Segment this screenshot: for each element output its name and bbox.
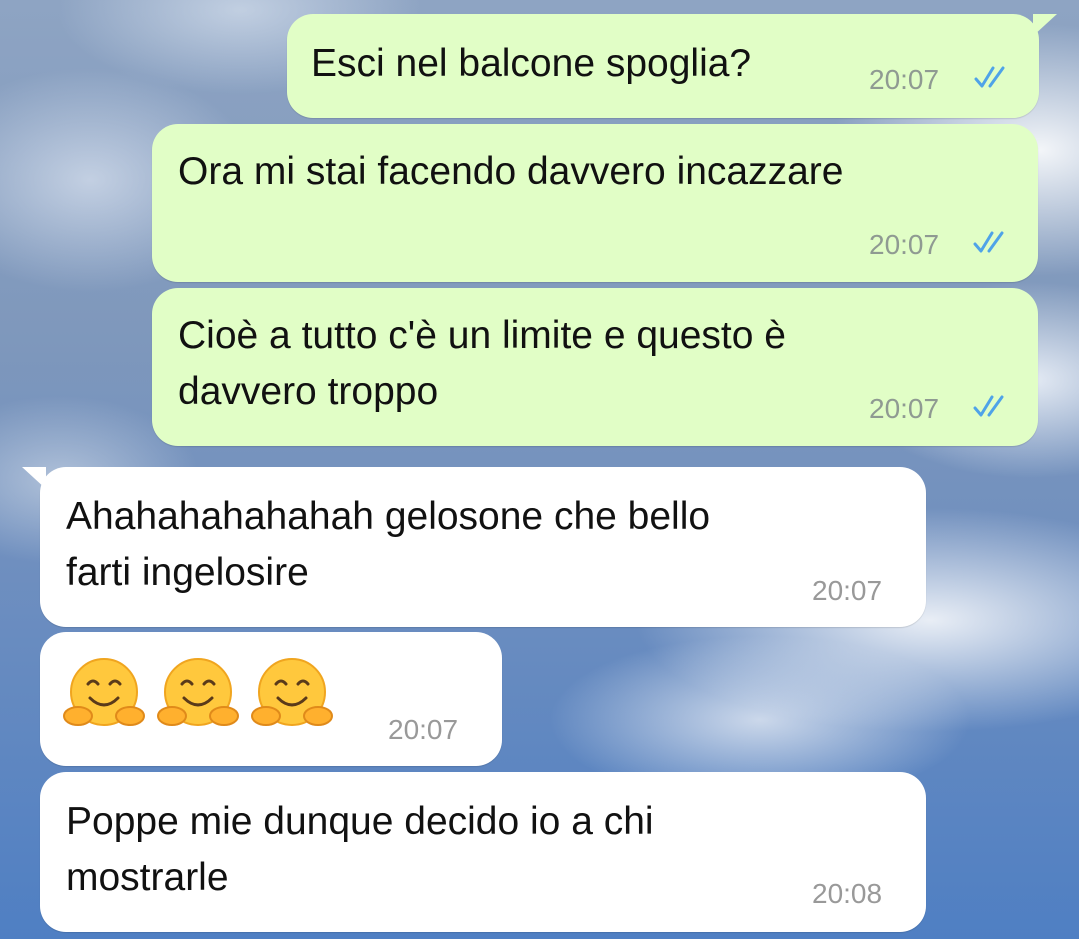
read-double-check-icon — [973, 231, 1004, 253]
message-bubble-outgoing[interactable]: Cioè a tutto c'è un limite e questo è da… — [152, 288, 1038, 446]
message-text: Esci nel balcone spoglia? — [311, 42, 752, 85]
message-timestamp: 20:07 — [869, 229, 940, 260]
message-bubble-incoming[interactable]: Poppe mie dunque decido io a chi mostrar… — [40, 772, 926, 932]
message-bubble-incoming[interactable]: 20:07 — [40, 632, 502, 766]
emoji-row — [62, 654, 334, 738]
message-text: Ahahahahahahah gelosone che bello farti … — [66, 495, 711, 594]
read-double-check-icon — [973, 395, 1004, 417]
message-timestamp: 20:07 — [869, 64, 940, 95]
hugging-face-emoji-icon — [251, 658, 333, 726]
message-timestamp: 20:07 — [869, 393, 940, 424]
bubble-tail — [22, 467, 46, 489]
hugging-face-emoji-icon — [157, 658, 239, 726]
message-bubble-incoming[interactable]: Ahahahahahahah gelosone che bello farti … — [22, 467, 926, 627]
message-text: Poppe mie dunque decido io a chi mostrar… — [66, 800, 654, 899]
message-timestamp: 20:08 — [812, 878, 883, 909]
message-text: Cioè a tutto c'è un limite e questo è da… — [178, 314, 786, 413]
message-timestamp: 20:07 — [812, 575, 883, 606]
bubble-tail — [1033, 14, 1057, 36]
hugging-face-emoji-icon — [63, 658, 145, 726]
message-text: Ora mi stai facendo davvero incazzare — [178, 150, 844, 193]
message-timestamp: 20:07 — [388, 714, 459, 745]
read-double-check-icon — [974, 66, 1005, 88]
message-bubble-outgoing[interactable]: Esci nel balcone spoglia? 20:07 — [287, 14, 1057, 118]
message-bubble-outgoing[interactable]: Ora mi stai facendo davvero incazzare 20… — [152, 124, 1038, 282]
